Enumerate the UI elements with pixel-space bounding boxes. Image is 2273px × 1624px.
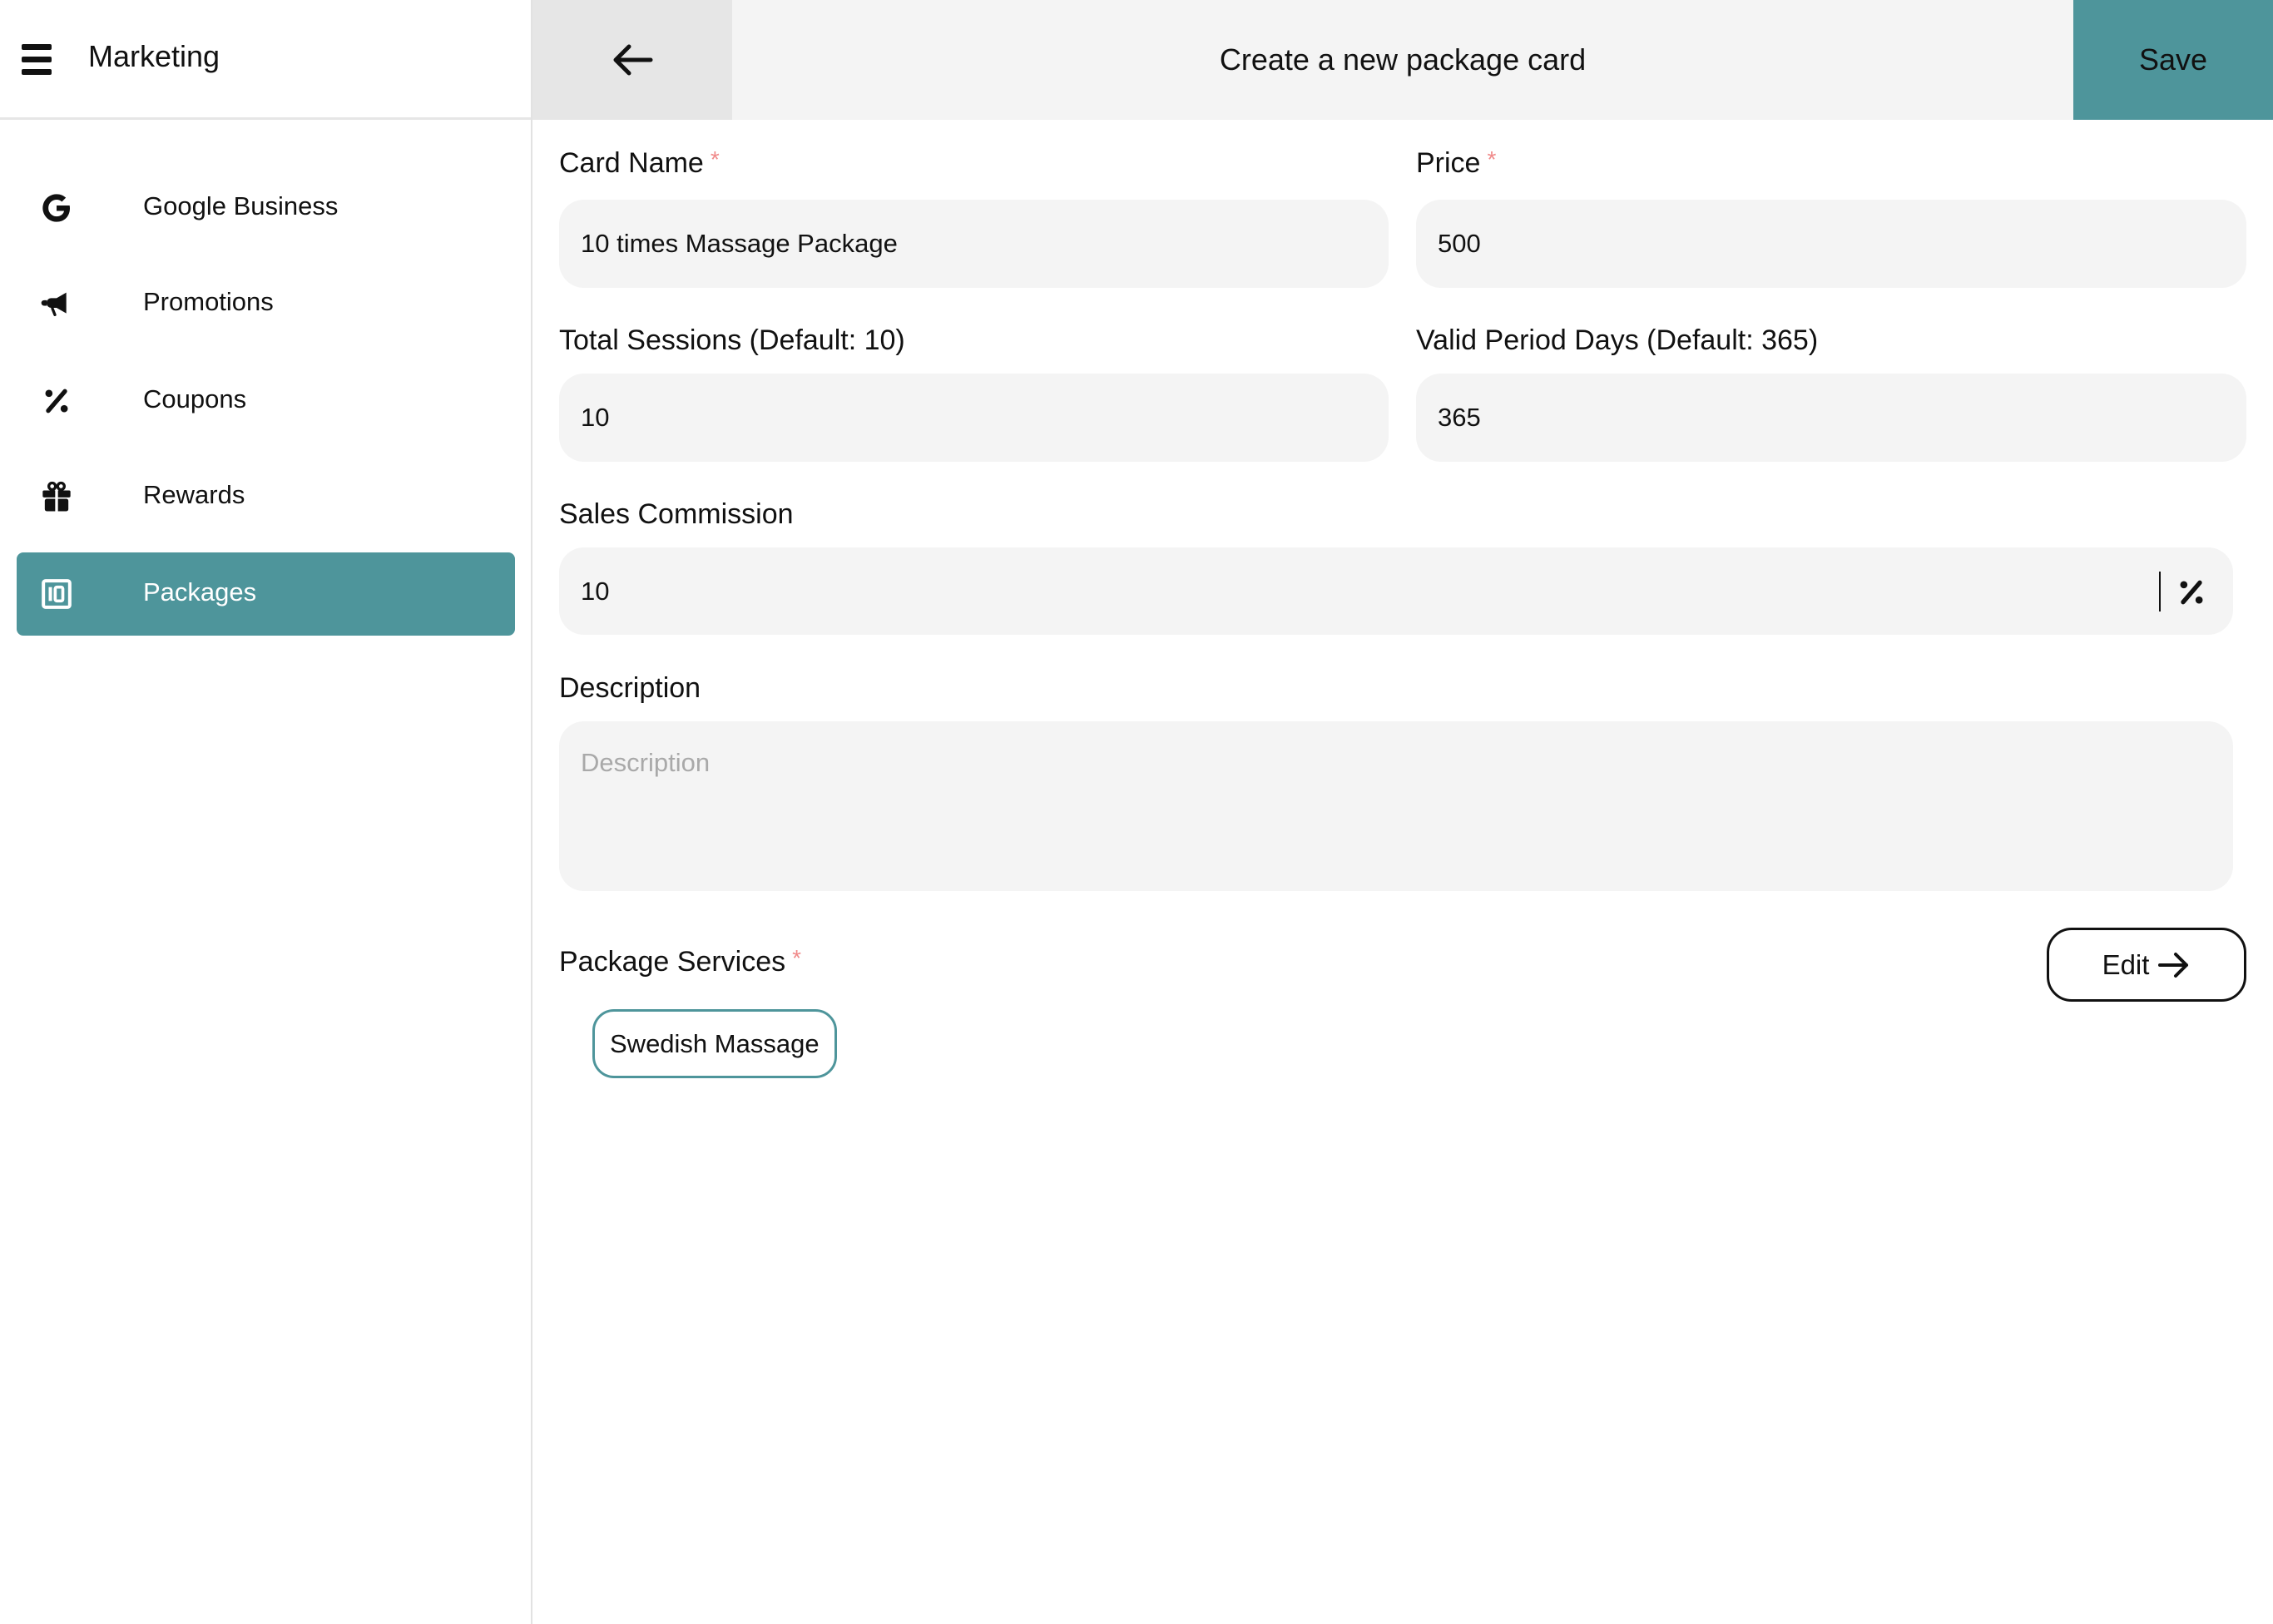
description-label: Description bbox=[559, 672, 701, 704]
valid-period-label: Valid Period Days (Default: 365) bbox=[1416, 324, 1819, 356]
sidebar-item-label: Promotions bbox=[143, 287, 274, 316]
card-name-label-text: Card Name bbox=[559, 147, 704, 179]
input-divider bbox=[2159, 572, 2161, 611]
package-services-label: Package Services * bbox=[559, 945, 801, 978]
google-icon bbox=[42, 194, 70, 222]
hamburger-menu-icon[interactable] bbox=[22, 38, 63, 80]
sales-commission-input[interactable] bbox=[559, 547, 2233, 635]
card-name-input[interactable] bbox=[559, 200, 1389, 288]
edit-button-label: Edit bbox=[2102, 948, 2150, 980]
sidebar-item-label: Rewards bbox=[143, 480, 245, 509]
service-chip[interactable]: Swedish Massage bbox=[592, 1009, 837, 1078]
percent-icon[interactable] bbox=[2175, 576, 2208, 609]
package-services-label-text: Package Services bbox=[559, 946, 786, 978]
arrow-left-icon bbox=[613, 44, 653, 76]
gift-icon bbox=[42, 481, 71, 512]
sidebar-item-label: Google Business bbox=[143, 191, 339, 220]
sidebar-item-label: Packages bbox=[143, 577, 257, 607]
total-sessions-label: Total Sessions (Default: 10) bbox=[559, 324, 905, 356]
sidebar-item-label: Coupons bbox=[143, 384, 247, 413]
sidebar-item-rewards[interactable]: Rewards bbox=[17, 455, 515, 538]
required-asterisk: * bbox=[1487, 146, 1497, 172]
top-bar: Create a new package card Save bbox=[532, 0, 2273, 120]
sidebar-item-promotions[interactable]: Promotions bbox=[17, 262, 515, 345]
page-title: Create a new package card bbox=[1219, 42, 1587, 77]
sidebar-title: Marketing bbox=[88, 39, 220, 73]
arrow-right-icon bbox=[2158, 952, 2189, 978]
megaphone-icon bbox=[41, 292, 67, 316]
save-button[interactable]: Save bbox=[2073, 0, 2273, 120]
package-10-icon bbox=[42, 579, 72, 609]
back-button[interactable] bbox=[532, 0, 732, 120]
total-sessions-input[interactable] bbox=[559, 374, 1389, 462]
percent-icon bbox=[45, 389, 68, 413]
sidebar-header: Marketing bbox=[0, 0, 531, 120]
card-name-label: Card Name * bbox=[559, 146, 720, 180]
sidebar-item-google-business[interactable]: Google Business bbox=[17, 166, 515, 250]
sidebar: Marketing Google Business Promotions Cou… bbox=[0, 0, 532, 1624]
sales-commission-label: Sales Commission bbox=[559, 498, 794, 530]
description-textarea[interactable] bbox=[559, 721, 2233, 891]
sidebar-item-packages[interactable]: Packages bbox=[17, 552, 515, 636]
price-label-text: Price bbox=[1416, 147, 1481, 179]
price-label: Price * bbox=[1416, 146, 1496, 180]
required-asterisk: * bbox=[710, 146, 720, 172]
required-asterisk: * bbox=[792, 945, 802, 971]
edit-services-button[interactable]: Edit bbox=[2047, 928, 2246, 1002]
price-input[interactable] bbox=[1416, 200, 2246, 288]
valid-period-input[interactable] bbox=[1416, 374, 2246, 462]
sidebar-item-coupons[interactable]: Coupons bbox=[17, 359, 515, 443]
